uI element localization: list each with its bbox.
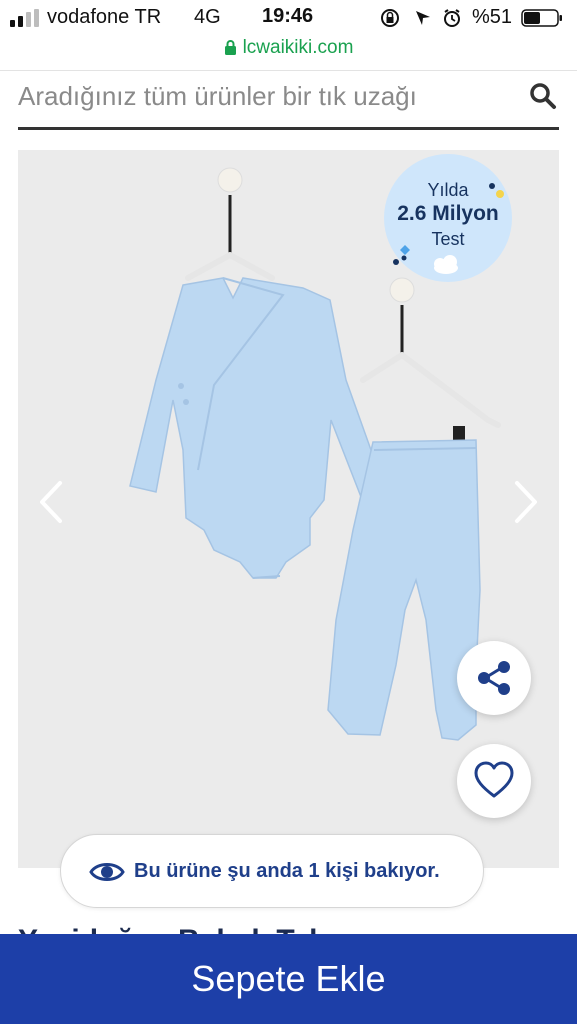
carrier-name: vodafone TR	[47, 6, 162, 28]
lock-icon	[224, 40, 236, 55]
status-time: 19:46	[262, 5, 314, 27]
alarm-icon	[444, 9, 460, 27]
battery-icon	[521, 9, 562, 27]
badge-line-1: Yılda	[427, 180, 469, 200]
add-to-cart-button[interactable]: Sepete Ekle	[0, 934, 577, 1024]
orientation-lock-icon	[381, 9, 399, 27]
search-bar	[18, 74, 559, 130]
chevron-right-icon[interactable]	[505, 475, 545, 529]
search-input[interactable]	[18, 76, 518, 116]
url-text: lcwaikiki.com	[242, 37, 354, 58]
favorite-button[interactable]	[457, 744, 531, 818]
viewer-count-text: Bu ürüne şu anda 1 kişi bakıyor.	[134, 860, 440, 882]
network-type: 4G	[194, 6, 221, 28]
eye-icon	[89, 863, 125, 881]
product-image-gallery[interactable]: Yılda 2.6 Milyon Test	[18, 150, 559, 868]
divider	[0, 70, 577, 71]
signal-icon	[10, 9, 39, 27]
status-icons	[381, 9, 460, 27]
url-bar[interactable]: lcwaikiki.com	[0, 37, 577, 59]
badge-line-3: Test	[431, 229, 465, 249]
heart-icon	[474, 761, 514, 798]
share-button[interactable]	[457, 641, 531, 715]
search-icon[interactable]	[529, 82, 557, 110]
location-icon	[416, 11, 430, 25]
chevron-left-icon[interactable]	[32, 475, 72, 529]
viewer-count-notice: Bu ürüne şu anda 1 kişi bakıyor.	[60, 834, 484, 908]
badge-line-2: 2.6 Milyon	[397, 202, 499, 225]
share-icon	[478, 661, 510, 695]
quality-badge: Yılda 2.6 Milyon Test	[384, 154, 512, 282]
status-bar: vodafone TR 4G 19:46 %51	[0, 0, 577, 36]
battery-percent: %51	[472, 6, 513, 28]
